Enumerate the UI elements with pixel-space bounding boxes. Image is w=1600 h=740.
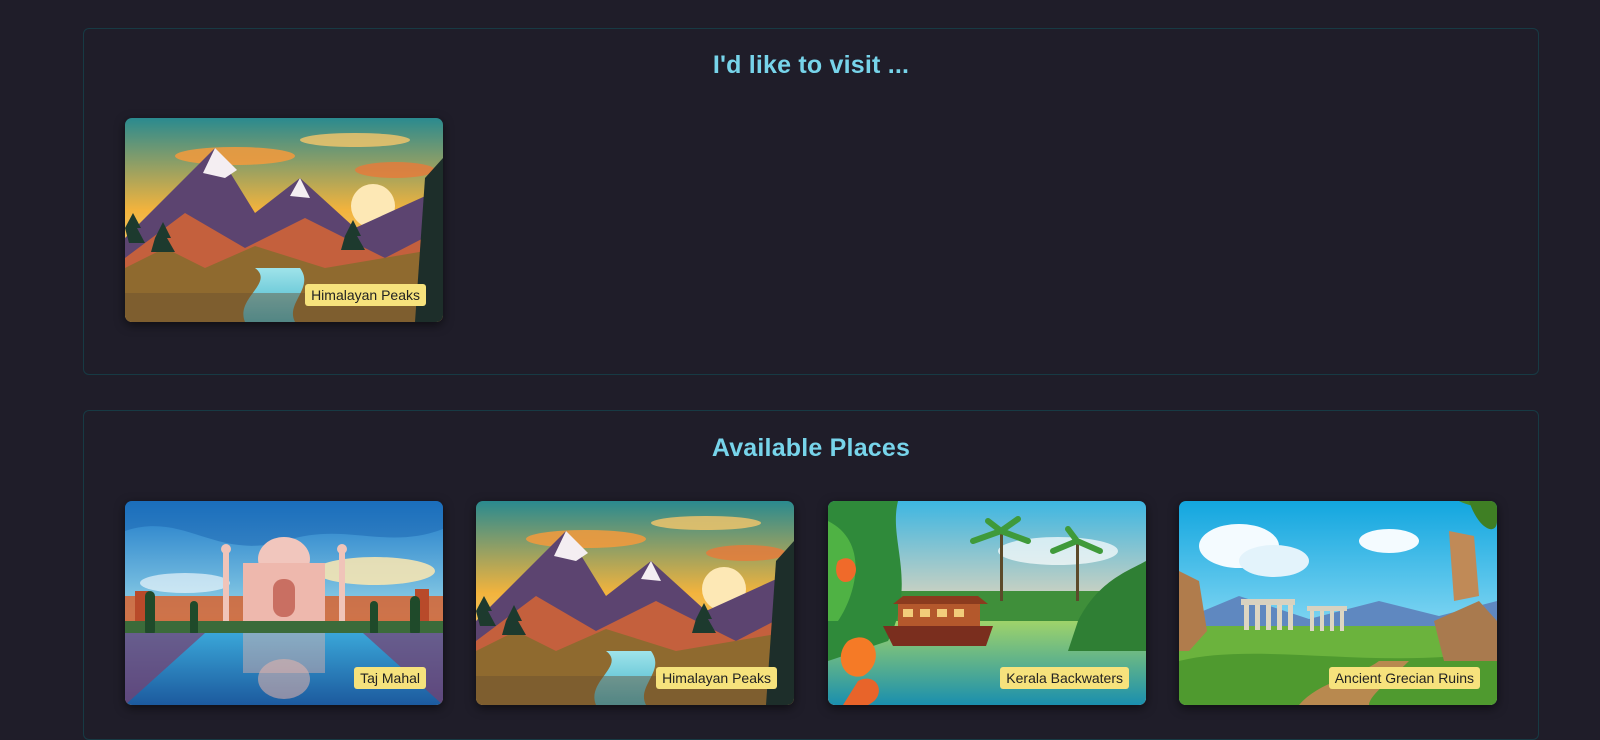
- place-card-ancient-grecian-ruins[interactable]: Ancient Grecian Ruins: [1179, 501, 1497, 705]
- available-places-title: Available Places: [711, 434, 911, 462]
- place-card-taj-mahal[interactable]: Taj Mahal: [125, 501, 443, 705]
- place-label: Taj Mahal: [354, 667, 426, 689]
- place-label: Ancient Grecian Ruins: [1328, 667, 1480, 689]
- place-label: Himalayan Peaks: [656, 667, 777, 689]
- place-card-visit-himalayan-peaks[interactable]: Himalayan Peaks: [125, 118, 443, 322]
- place-card-kerala-backwaters[interactable]: Kerala Backwaters: [828, 501, 1146, 705]
- place-card-himalayan-peaks[interactable]: Himalayan Peaks: [476, 501, 794, 705]
- visit-section-title: I'd like to visit ...: [712, 51, 910, 79]
- available-places-section: Available Places Taj Mahal Himalayan Pea…: [83, 410, 1539, 740]
- place-label: Himalayan Peaks: [305, 284, 426, 306]
- visit-section: I'd like to visit ... Himalayan Peaks: [83, 28, 1539, 375]
- place-label: Kerala Backwaters: [1000, 667, 1129, 689]
